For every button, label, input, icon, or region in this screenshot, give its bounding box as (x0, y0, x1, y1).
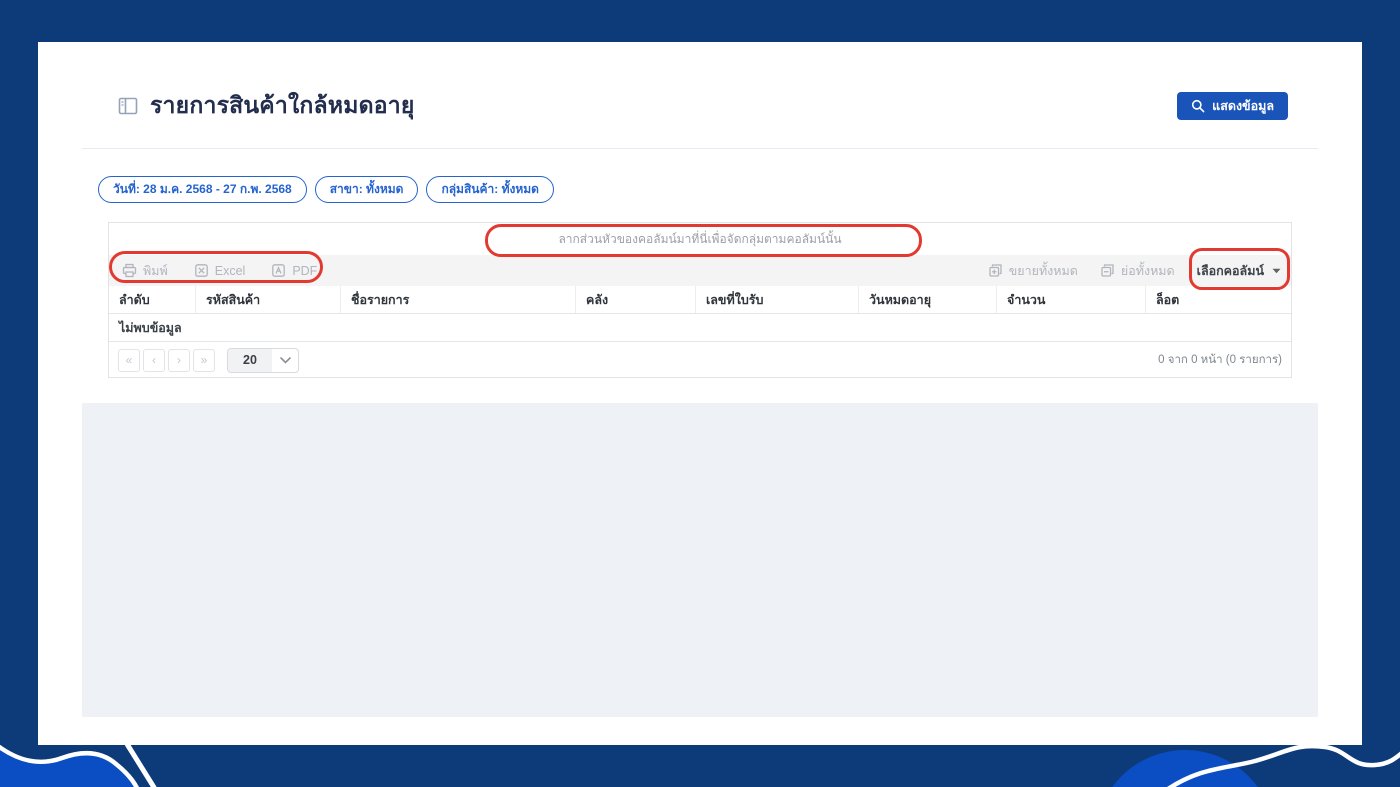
search-icon (1191, 99, 1205, 113)
next-page-button[interactable]: › (168, 348, 190, 372)
column-header-item-name[interactable]: ชื่อรายการ (341, 286, 576, 313)
column-header-warehouse[interactable]: คลัง (576, 286, 696, 313)
pagination-summary: 0 จาก 0 หน้า (0 รายการ) (1158, 354, 1282, 366)
pagination-bar: « ‹ › » 20 0 จาก 0 หน้า (0 รายการ) (109, 342, 1291, 378)
show-data-button[interactable]: แสดงข้อมูล (1177, 92, 1288, 120)
detail-placeholder-panel (82, 403, 1318, 717)
column-header-expiry-date[interactable]: วันหมดอายุ (859, 286, 997, 313)
group-by-drop-zone[interactable]: ลากส่วนหัวของคอลัมน์มาที่นี่เพื่อจัดกลุ่… (109, 223, 1291, 255)
content-card: รายการสินค้าใกล้หมดอายุ แสดงข้อมูล วันที… (38, 42, 1362, 745)
excel-label: Excel (214, 263, 246, 278)
expand-all-icon (988, 263, 1003, 278)
choose-columns-button[interactable]: เลือกคอลัมน์ (1197, 261, 1281, 281)
collapse-all-label: ย่อทั้งหมด (1120, 263, 1175, 278)
chip-product-group[interactable]: กลุ่มสินค้า: ทั้งหมด (426, 176, 554, 203)
column-header-quantity[interactable]: จำนวน (997, 286, 1146, 313)
column-header-product-code[interactable]: รหัสสินค้า (196, 286, 341, 313)
first-page-button[interactable]: « (118, 348, 140, 372)
excel-file-icon (194, 263, 209, 278)
collapse-all-button[interactable]: ย่อทั้งหมด (1100, 261, 1175, 281)
show-data-label: แสดงข้อมูล (1212, 99, 1274, 113)
chip-date-range[interactable]: วันที่: 28 ม.ค. 2568 - 27 ก.พ. 2568 (98, 176, 307, 203)
table-header-row: ลำดับ รหัสสินค้า ชื่อรายการ คลัง เลขที่ใ… (109, 286, 1291, 314)
export-excel-button[interactable]: Excel (194, 263, 246, 278)
prev-page-button[interactable]: ‹ (143, 348, 165, 372)
export-pdf-button[interactable]: PDF (271, 263, 317, 278)
page-size-value: 20 (228, 348, 272, 372)
pdf-file-icon (271, 263, 286, 278)
data-grid: ลากส่วนหัวของคอลัมน์มาที่นี่เพื่อจัดกลุ่… (108, 222, 1292, 378)
collapse-all-icon (1100, 263, 1115, 278)
empty-state-text: ไม่พบข้อมูล (119, 320, 182, 335)
page-title: รายการสินค้าใกล้หมดอายุ (150, 92, 415, 118)
last-page-button[interactable]: » (193, 348, 215, 372)
column-header-index[interactable]: ลำดับ (109, 286, 196, 313)
grid-toolbar: พิมพ์ Excel PDF ขยายทั้งหมด ย่อทั้งหมด เ… (109, 255, 1291, 286)
filter-chips: วันที่: 28 ม.ค. 2568 - 27 ก.พ. 2568 สาขา… (98, 176, 554, 203)
chip-branch[interactable]: สาขา: ทั้งหมด (314, 176, 419, 203)
caret-down-icon (1272, 268, 1281, 274)
header-divider (82, 148, 1318, 149)
print-label: พิมพ์ (143, 263, 168, 278)
page-header: รายการสินค้าใกล้หมดอายุ แสดงข้อมูล (118, 86, 1288, 126)
chevron-down-icon (272, 349, 298, 372)
column-header-lot[interactable]: ล็อต (1146, 286, 1293, 313)
column-header-receipt-number[interactable]: เลขที่ใบรับ (696, 286, 859, 313)
printer-icon (122, 263, 137, 278)
report-columns-icon (118, 96, 138, 116)
group-hint-text: ลากส่วนหัวของคอลัมน์มาที่นี่เพื่อจัดกลุ่… (558, 231, 842, 246)
print-button[interactable]: พิมพ์ (122, 261, 168, 281)
expand-all-label: ขยายทั้งหมด (1008, 263, 1078, 278)
empty-state-row: ไม่พบข้อมูล (109, 314, 1291, 342)
choose-columns-label: เลือกคอลัมน์ (1196, 263, 1264, 278)
pdf-label: PDF (292, 263, 318, 278)
page-size-select[interactable]: 20 (227, 347, 299, 373)
expand-all-button[interactable]: ขยายทั้งหมด (988, 261, 1078, 281)
